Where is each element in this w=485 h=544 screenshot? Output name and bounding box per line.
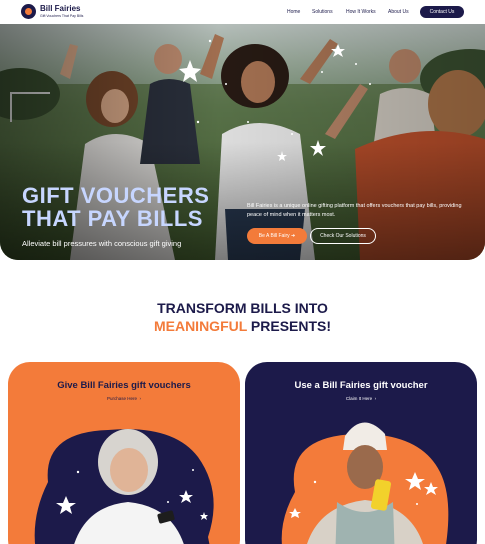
give-vouchers-card[interactable]: Give Bill Fairies gift vouchers Purchase… bbox=[8, 362, 240, 544]
contact-us-button[interactable]: Contact Us bbox=[420, 6, 464, 18]
top-nav: Bill Fairies Gift Vouchers That Pay Bill… bbox=[0, 0, 485, 24]
nav-home[interactable]: Home bbox=[287, 9, 300, 15]
section-title-rest: PRESENTS! bbox=[247, 318, 332, 334]
brand-name[interactable]: Bill Fairies bbox=[40, 4, 80, 13]
purchase-here-link[interactable]: Purchase Here › bbox=[8, 396, 240, 401]
use-voucher-card[interactable]: Use a Bill Fairies gift voucher Claim It… bbox=[245, 362, 477, 544]
brand-tagline: Gift Vouchers That Pay Bills bbox=[40, 14, 84, 18]
purchase-here-label: Purchase Here bbox=[106, 396, 137, 401]
arrow-right-icon: ➜ bbox=[291, 233, 296, 239]
chevron-right-icon: › bbox=[138, 396, 142, 401]
claim-it-here-link[interactable]: Claim It Here › bbox=[245, 396, 477, 401]
be-a-bill-fairy-button[interactable]: Be A Bill Fairy ➜ bbox=[247, 228, 307, 244]
give-vouchers-title: Give Bill Fairies gift vouchers bbox=[57, 380, 191, 391]
hero-banner: GIFT VOUCHERS THAT PAY BILLS Alleviate b… bbox=[0, 24, 485, 260]
check-our-solutions-button[interactable]: Check Our Solutions bbox=[310, 228, 376, 244]
hero-title-line-1: GIFT VOUCHERS bbox=[22, 183, 210, 208]
chevron-right-icon: › bbox=[373, 396, 377, 401]
be-a-bill-fairy-label: Be A Bill Fairy bbox=[258, 233, 290, 239]
hero-subtitle: Alleviate bill pressures with conscious … bbox=[22, 239, 182, 248]
use-voucher-title: Use a Bill Fairies gift voucher bbox=[294, 380, 428, 391]
nav-about-us[interactable]: About Us bbox=[388, 9, 409, 15]
claim-it-here-label: Claim It Here bbox=[345, 396, 373, 401]
nav-how-it-works[interactable]: How It Works bbox=[346, 9, 376, 15]
hero-title-line-2: THAT PAY BILLS bbox=[22, 206, 203, 232]
hero-title: GIFT VOUCHERS THAT PAY BILLS bbox=[22, 184, 209, 231]
hero-description: Bill Fairies is a unique online gifting … bbox=[247, 203, 462, 218]
section-title-line-1: TRANSFORM BILLS INTO bbox=[157, 300, 328, 316]
logo-icon[interactable] bbox=[21, 4, 36, 19]
section-title-line-2: MEANINGFUL PRESENTS! bbox=[0, 318, 485, 334]
nav-solutions[interactable]: Solutions bbox=[312, 9, 333, 15]
section-title-accent: MEANINGFUL bbox=[153, 318, 248, 334]
